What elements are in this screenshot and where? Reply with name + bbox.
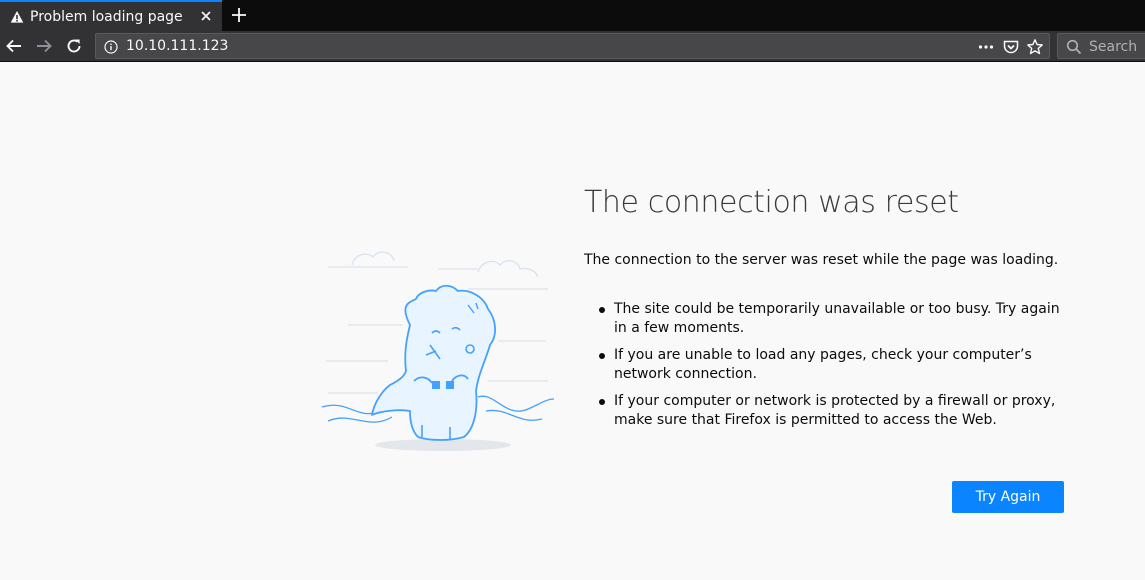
close-icon[interactable] (198, 8, 214, 24)
tab-title: Problem loading page (30, 8, 183, 25)
url-text[interactable]: 10.10.111.123 (126, 38, 228, 54)
bullet (599, 307, 605, 313)
reason-text: If your computer or network is protected… (614, 393, 1056, 428)
error-description: The connection to the server was reset w… (584, 252, 1059, 268)
reason-text: If you are unable to load any pages, che… (614, 347, 1032, 382)
info-icon[interactable] (104, 39, 118, 54)
pocket-icon[interactable] (1002, 38, 1020, 56)
error-reasons-list: The site could be temporarily unavailabl… (596, 300, 1071, 438)
bookmark-star-icon[interactable] (1026, 38, 1044, 56)
try-again-button[interactable]: Try Again (952, 481, 1064, 513)
tab-strip: Problem loading page (0, 0, 1145, 31)
list-item: If you are unable to load any pages, che… (596, 346, 1071, 384)
list-item: The site could be temporarily unavailabl… (596, 300, 1071, 338)
search-icon (1066, 39, 1082, 55)
reason-text: The site could be temporarily unavailabl… (614, 301, 1060, 336)
dinosaur-unplugged-illustration (321, 251, 555, 451)
error-title: The connection was reset (584, 185, 959, 220)
search-bar[interactable]: Search (1057, 33, 1145, 59)
reload-icon[interactable] (64, 36, 84, 56)
warning-icon (10, 10, 24, 24)
bullet (599, 353, 605, 359)
url-bar[interactable]: 10.10.111.123 (95, 33, 1050, 59)
navigation-toolbar: 10.10.111.123 Search (0, 31, 1145, 62)
more-icon[interactable] (977, 38, 995, 56)
tab-active[interactable]: Problem loading page (0, 0, 222, 31)
back-arrow-icon[interactable] (4, 36, 24, 56)
search-placeholder[interactable]: Search (1089, 39, 1137, 55)
bullet (599, 399, 605, 405)
list-item: If your computer or network is protected… (596, 392, 1071, 430)
forward-arrow-icon[interactable] (34, 36, 54, 56)
plus-icon[interactable] (229, 5, 249, 25)
